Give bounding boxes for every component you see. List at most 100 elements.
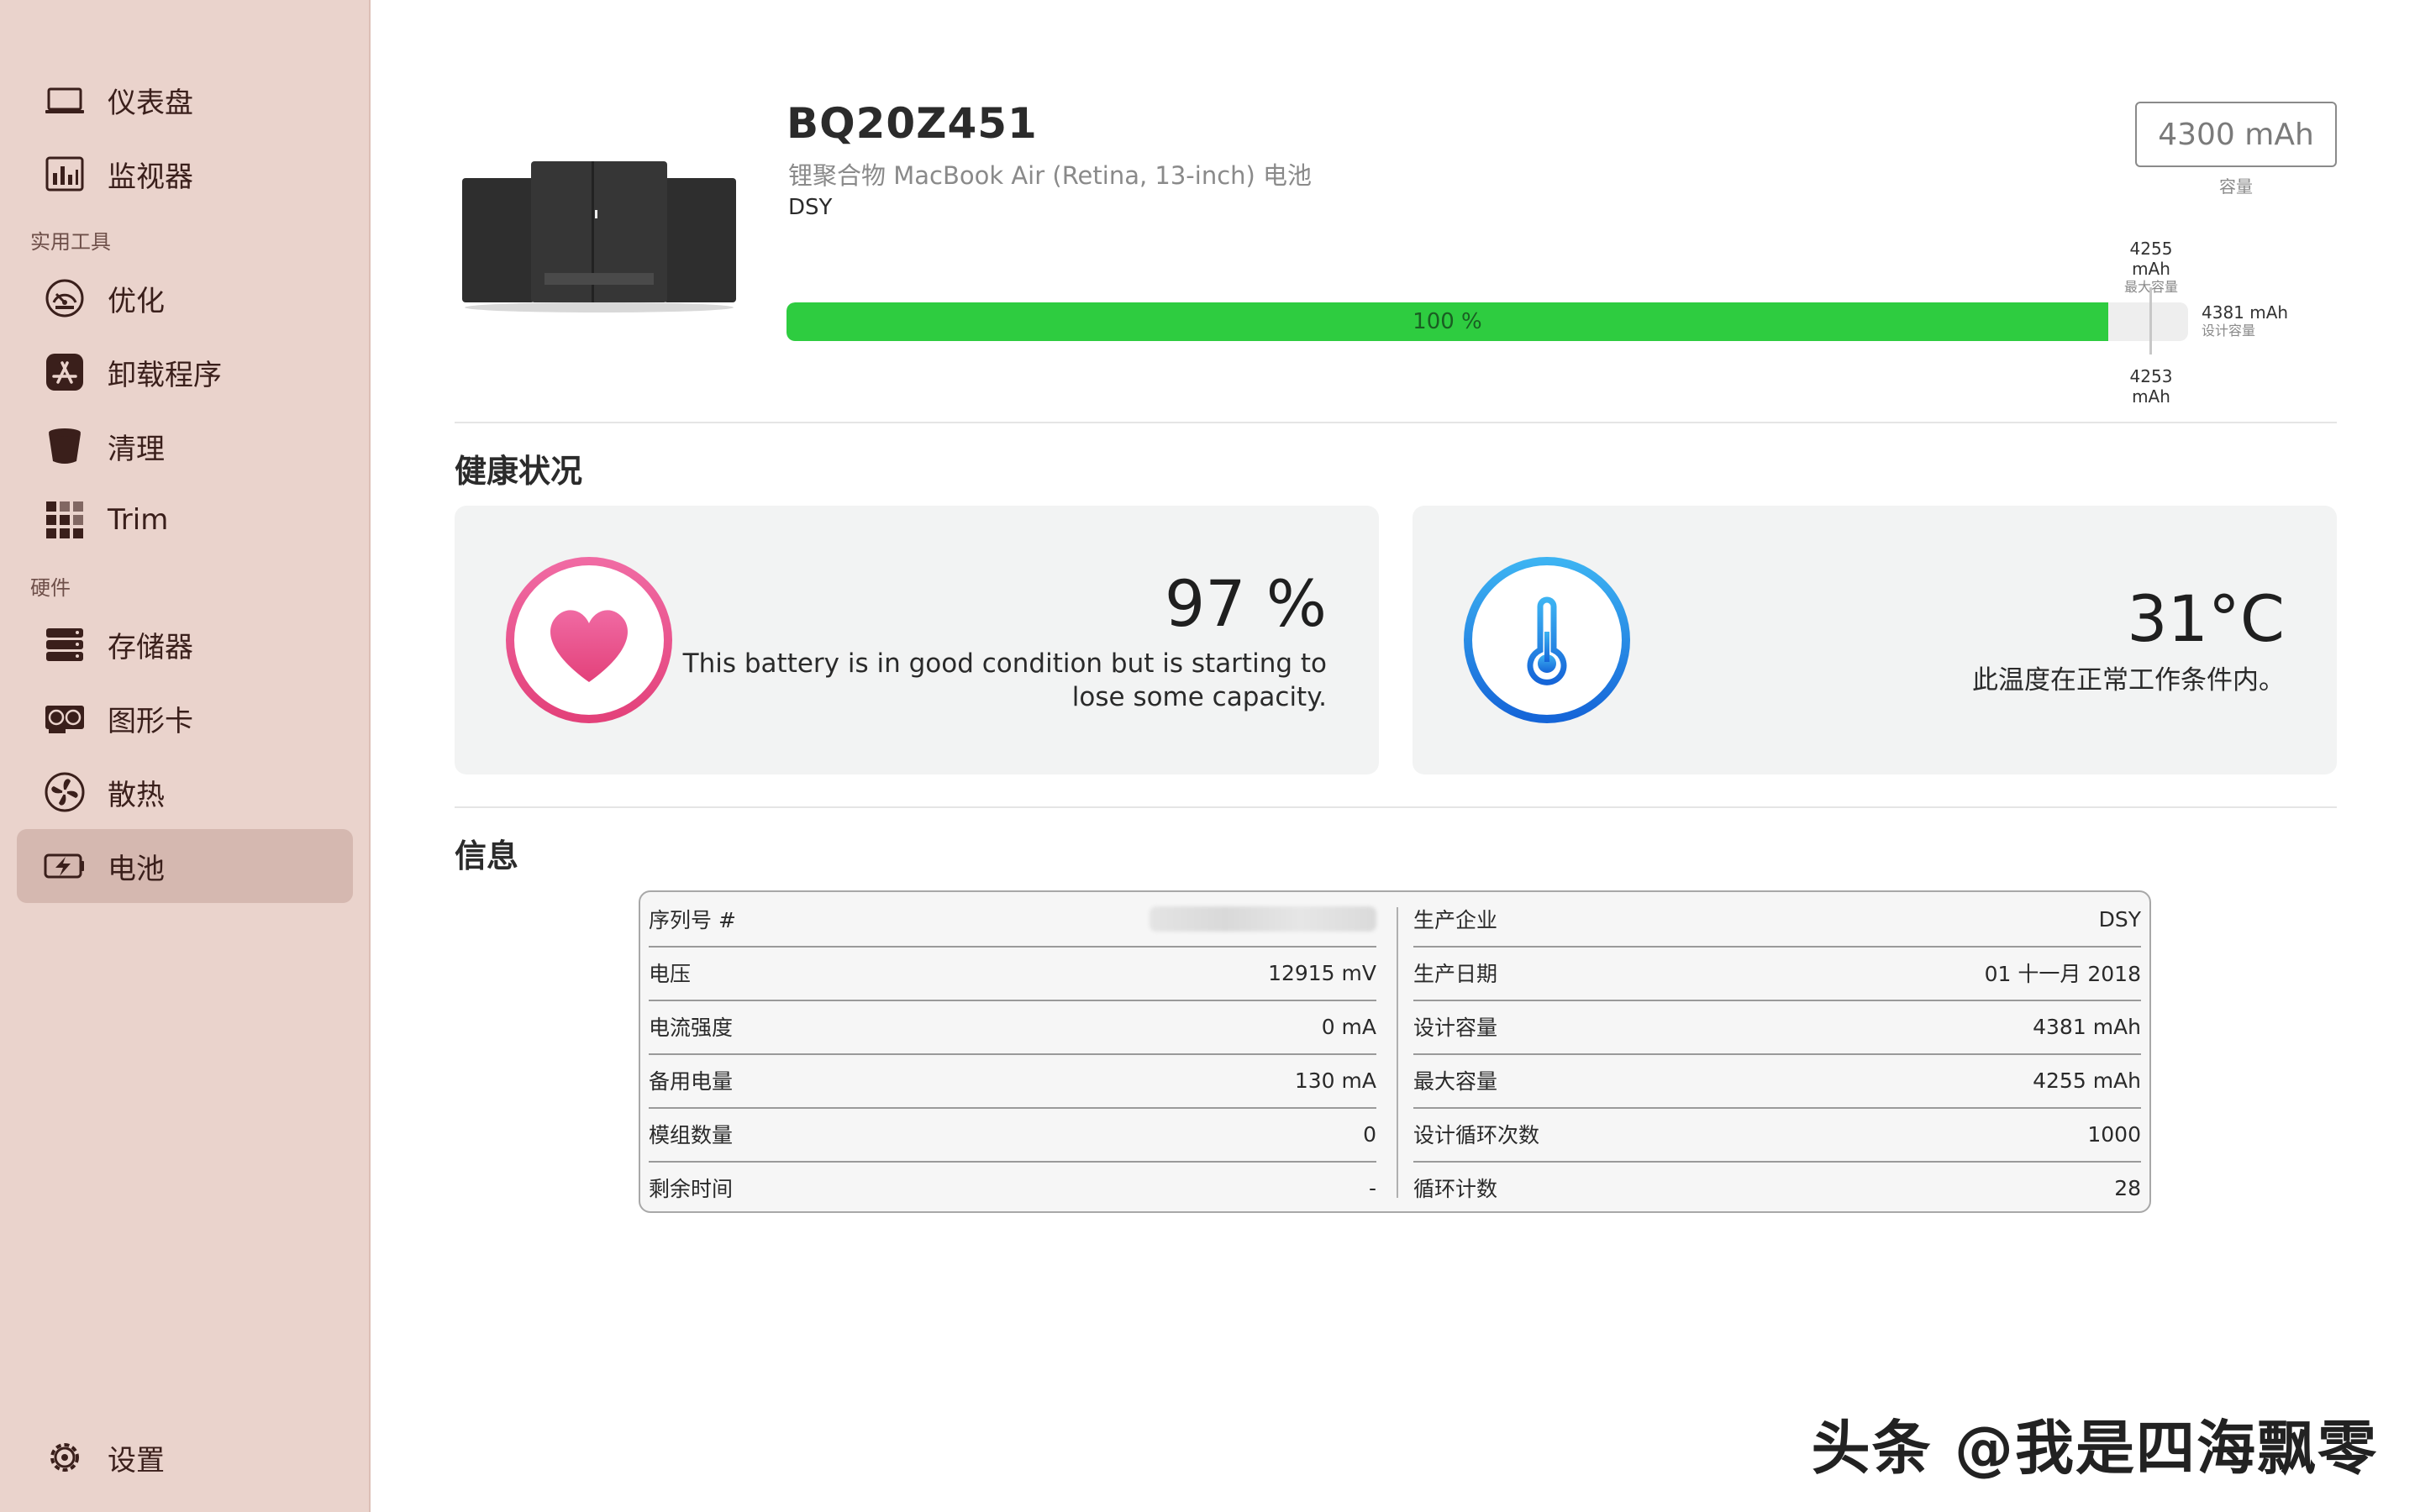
battery-product-image bbox=[462, 161, 736, 312]
sidebar-item-label: Trim bbox=[108, 503, 169, 537]
row-value: 130 mA bbox=[1294, 1068, 1376, 1093]
temperature-card: 31°C 此温度在正常工作条件内。 bbox=[1413, 506, 2337, 774]
device-subtitle: 锂聚合物 MacBook Air (Retina, 13-inch) 电池 bbox=[788, 161, 1313, 190]
row-label: 电流强度 bbox=[649, 1016, 734, 1040]
row-label: 生产企业 bbox=[1413, 908, 1498, 932]
table-row: 模组数量 0 bbox=[640, 1107, 1385, 1163]
row-label: 剩余时间 bbox=[649, 1177, 734, 1201]
sidebar-item-label: 存储器 bbox=[108, 630, 193, 664]
info-column-left: 序列号 # 电压 12915 mV 电流强度 0 mA 备用电量 130 mA … bbox=[640, 892, 1385, 1211]
row-label: 电压 bbox=[649, 962, 692, 986]
charge-bar-fill: 100 % bbox=[786, 302, 2108, 341]
sidebar-item-settings[interactable]: 设置 bbox=[17, 1420, 353, 1494]
sidebar-item-cleanup[interactable]: 清理 bbox=[17, 409, 353, 483]
info-table: 序列号 # 电压 12915 mV 电流强度 0 mA 备用电量 130 mA … bbox=[639, 890, 2151, 1213]
charge-bar-marker bbox=[2149, 287, 2152, 354]
sidebar-item-dashboard[interactable]: 仪表盘 bbox=[17, 63, 353, 137]
charge-bar: 100 % bbox=[786, 302, 2188, 341]
trash-bucket-icon bbox=[42, 423, 87, 469]
row-label: 设计容量 bbox=[1413, 1016, 1498, 1040]
sidebar-item-label: 优化 bbox=[108, 284, 165, 318]
section-label-tools: 实用工具 bbox=[30, 230, 111, 254]
sidebar-item-battery[interactable]: 电池 bbox=[17, 829, 353, 903]
sidebar-item-label: 仪表盘 bbox=[108, 86, 193, 120]
row-label: 备用电量 bbox=[649, 1069, 734, 1094]
table-row: 循环计数 28 bbox=[1405, 1161, 2149, 1211]
sidebar-item-monitor[interactable]: 监视器 bbox=[17, 137, 353, 211]
design-capacity-value: 4381 mAh bbox=[2202, 302, 2289, 323]
table-row: 剩余时间 - bbox=[640, 1161, 1385, 1211]
row-value: 01 十一月 2018 bbox=[1984, 962, 2141, 986]
table-row: 备用电量 130 mA bbox=[640, 1053, 1385, 1109]
max-capacity-value: 4255 mAh bbox=[2129, 239, 2173, 279]
speedometer-icon bbox=[42, 276, 87, 321]
row-value: 0 mA bbox=[1321, 1014, 1376, 1039]
row-label: 模组数量 bbox=[649, 1123, 734, 1147]
sidebar: 仪表盘 监视器 实用工具 优化 卸载程序 清理 Trim 硬件 存储器 图形卡 … bbox=[0, 0, 371, 1512]
section-label-hardware: 硬件 bbox=[30, 576, 71, 600]
row-label: 设计循环次数 bbox=[1413, 1123, 1540, 1147]
device-vendor: DSY bbox=[788, 195, 833, 220]
row-value: DSY bbox=[2098, 906, 2141, 932]
row-value: 28 bbox=[2114, 1175, 2141, 1200]
table-row: 电流强度 0 mA bbox=[640, 1000, 1385, 1055]
divider bbox=[455, 422, 2337, 423]
fan-icon bbox=[42, 769, 87, 815]
table-row: 最大容量 4255 mAh bbox=[1405, 1053, 2149, 1109]
design-capacity-marker: 4381 mAh 设计容量 bbox=[2202, 302, 2288, 339]
capacity-caption: 容量 bbox=[2219, 176, 2253, 197]
sidebar-item-cooling[interactable]: 散热 bbox=[17, 755, 353, 829]
chart-monitor-icon bbox=[42, 151, 87, 197]
row-value: 12915 mV bbox=[1268, 960, 1376, 985]
design-capacity-caption: 设计容量 bbox=[2202, 323, 2256, 339]
heart-icon bbox=[506, 557, 672, 723]
app-store-icon bbox=[42, 349, 87, 395]
capacity-badge: 4300 mAh bbox=[2135, 102, 2337, 167]
temperature-description: 此温度在正常工作条件内。 bbox=[1972, 665, 2285, 696]
row-value: 1000 bbox=[2087, 1121, 2141, 1147]
sidebar-item-label: 电池 bbox=[108, 852, 165, 886]
table-row: 生产日期 01 十一月 2018 bbox=[1405, 946, 2149, 1001]
table-row: 序列号 # bbox=[640, 892, 1385, 948]
row-value: - bbox=[1368, 1175, 1376, 1200]
row-label: 生产日期 bbox=[1413, 962, 1498, 986]
battery-icon bbox=[42, 843, 87, 889]
sidebar-item-label: 卸载程序 bbox=[108, 358, 222, 392]
battery-health-description: This battery is in good condition but is… bbox=[683, 647, 1327, 715]
device-title: BQ20Z451 bbox=[786, 99, 1038, 148]
table-row: 设计容量 4381 mAh bbox=[1405, 1000, 2149, 1055]
sidebar-item-uninstaller[interactable]: 卸载程序 bbox=[17, 335, 353, 409]
row-value: 4381 mAh bbox=[2033, 1014, 2141, 1039]
table-row: 生产企业 DSY bbox=[1405, 892, 2149, 948]
column-divider bbox=[1397, 907, 1398, 1198]
sidebar-item-label: 清理 bbox=[108, 432, 165, 466]
row-label: 最大容量 bbox=[1413, 1069, 1498, 1094]
row-label: 循环计数 bbox=[1413, 1177, 1498, 1201]
sidebar-item-graphics[interactable]: 图形卡 bbox=[17, 681, 353, 755]
sidebar-item-label: 图形卡 bbox=[108, 704, 193, 738]
thermometer-icon bbox=[1464, 557, 1630, 723]
sidebar-item-optimize[interactable]: 优化 bbox=[17, 261, 353, 335]
row-value: 0 bbox=[1363, 1121, 1376, 1147]
sidebar-item-trim[interactable]: Trim bbox=[17, 483, 353, 557]
health-section-title: 健康状况 bbox=[455, 453, 583, 490]
sidebar-item-label: 设置 bbox=[108, 1443, 165, 1478]
sidebar-item-label: 监视器 bbox=[108, 160, 193, 194]
divider bbox=[455, 806, 2337, 808]
sidebar-item-label: 散热 bbox=[108, 778, 165, 812]
graphics-card-icon bbox=[42, 696, 87, 741]
info-section-title: 信息 bbox=[455, 837, 519, 874]
temperature-value: 31°C bbox=[2127, 581, 2285, 656]
battery-health-line1: This battery is in good condition but is… bbox=[682, 648, 1327, 679]
storage-icon bbox=[42, 622, 87, 667]
row-value: 4255 mAh bbox=[2033, 1068, 2141, 1093]
current-capacity-value: 4253 mAh bbox=[2129, 366, 2173, 407]
serial-number-redacted bbox=[1150, 906, 1376, 932]
sidebar-item-storage[interactable]: 存储器 bbox=[17, 607, 353, 681]
table-row: 电压 12915 mV bbox=[640, 946, 1385, 1001]
table-row: 设计循环次数 1000 bbox=[1405, 1107, 2149, 1163]
watermark-text: 头条 @我是四海飘零 bbox=[1811, 1414, 2378, 1483]
battery-health-card: 97 % This battery is in good condition b… bbox=[455, 506, 1379, 774]
info-column-right: 生产企业 DSY 生产日期 01 十一月 2018 设计容量 4381 mAh … bbox=[1405, 892, 2149, 1211]
gear-icon bbox=[42, 1435, 87, 1480]
